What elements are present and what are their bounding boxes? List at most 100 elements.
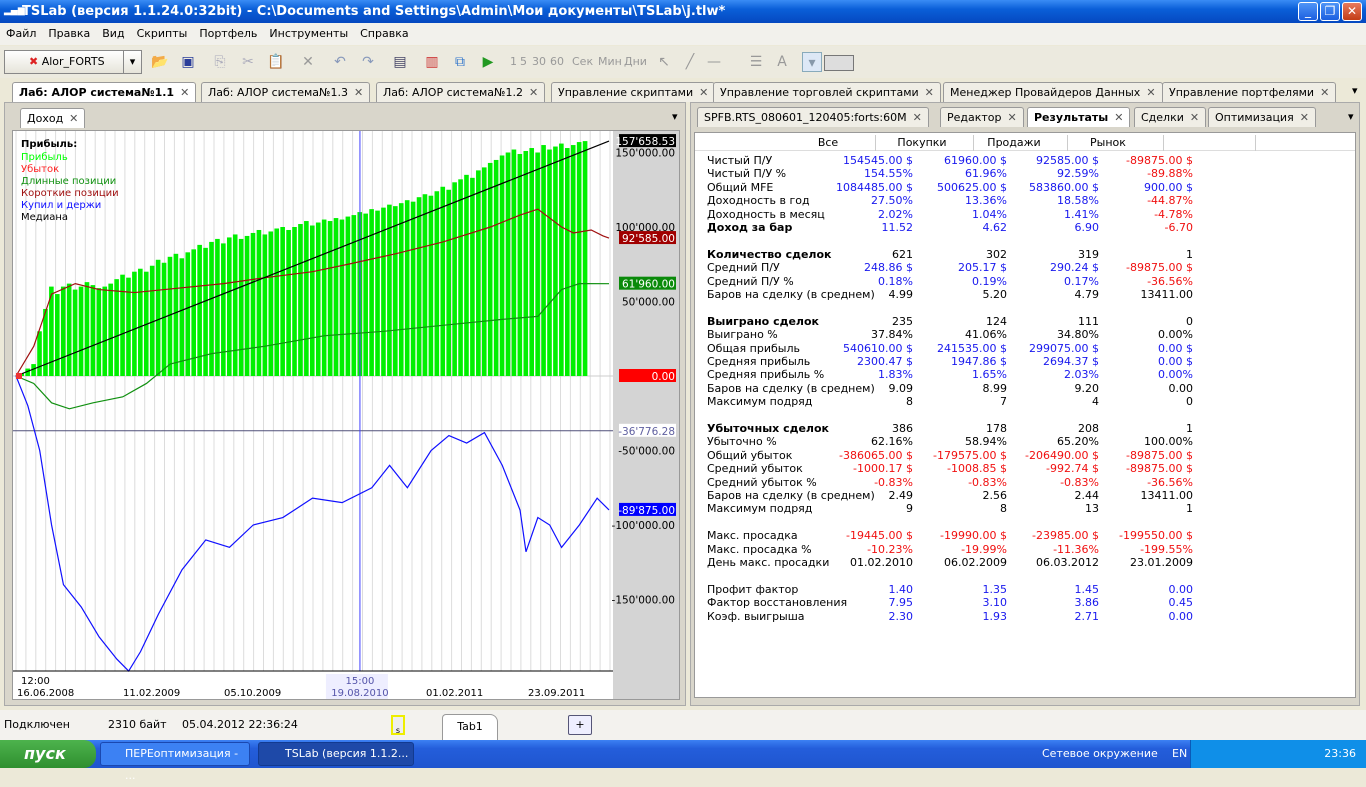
close-icon[interactable]: ✕ bbox=[1320, 86, 1329, 99]
income-chart[interactable]: Прибыль: ПрибыльУбытокДлинные позицииКоро… bbox=[12, 130, 680, 700]
tabs-menu-icon[interactable]: ▾ bbox=[1352, 84, 1358, 97]
properties-icon[interactable]: ▤ bbox=[390, 52, 410, 72]
profit-bar bbox=[43, 308, 48, 376]
unit-minutes[interactable]: Мин bbox=[598, 55, 622, 68]
tab-script-management[interactable]: Управление скриптами ✕ bbox=[551, 82, 716, 102]
close-icon[interactable]: ✕ bbox=[1114, 111, 1123, 124]
tab-lab-1-1[interactable]: Лаб: АЛОР система№1.1 ✕ bbox=[12, 82, 197, 102]
minimize-button[interactable]: _ bbox=[1298, 2, 1318, 21]
tab-results[interactable]: Результаты ✕ bbox=[1027, 107, 1131, 127]
open-icon[interactable]: 📂 bbox=[150, 52, 170, 72]
row-label: Чистый П/У % bbox=[707, 167, 787, 181]
close-icon[interactable]: ✕ bbox=[529, 86, 538, 99]
row-value: 92.59% bbox=[1057, 167, 1099, 181]
copy-icon[interactable]: ⎘ bbox=[210, 52, 230, 72]
connection-status: Подключен bbox=[4, 718, 70, 731]
menu-tools[interactable]: Инструменты bbox=[263, 27, 354, 40]
row-value: 6.90 bbox=[1074, 221, 1100, 234]
close-icon[interactable]: ✕ bbox=[925, 86, 934, 99]
panel-menu-icon[interactable]: ▾ bbox=[672, 110, 678, 123]
row-value: -0.83% bbox=[1060, 475, 1099, 489]
interval-5[interactable]: 5 bbox=[520, 55, 527, 68]
cut-icon[interactable]: ✂ bbox=[238, 52, 258, 72]
close-icon[interactable]: ✕ bbox=[1300, 111, 1309, 124]
diagram-icon[interactable]: ⧉ bbox=[450, 52, 470, 72]
hline-tool-icon[interactable]: — bbox=[704, 52, 724, 72]
line-tool-icon[interactable]: ╱ bbox=[680, 52, 700, 72]
tab-income[interactable]: Доход ✕ bbox=[20, 108, 86, 128]
panel-menu-icon[interactable]: ▾ bbox=[1348, 110, 1354, 123]
language-indicator[interactable]: EN bbox=[1172, 740, 1187, 768]
text-tool-icon[interactable]: A bbox=[772, 52, 792, 72]
paste-icon[interactable]: 📋 bbox=[266, 52, 286, 72]
menu-view[interactable]: Вид bbox=[96, 27, 130, 40]
profit-bar bbox=[155, 259, 161, 376]
chart-icon[interactable]: ▥ bbox=[422, 52, 442, 72]
close-icon[interactable]: ✕ bbox=[1146, 86, 1155, 99]
network-places[interactable]: Сетевое окружение bbox=[1042, 740, 1158, 768]
script-icon[interactable]: s bbox=[391, 715, 405, 735]
close-icon[interactable]: ✕ bbox=[1190, 111, 1199, 124]
save-icon[interactable]: ▣ bbox=[178, 52, 198, 72]
row-value: 290.24 $ bbox=[1050, 261, 1099, 275]
table-row: Средний убыток -1000.17 $ -1008.85 $ -992.7… bbox=[695, 462, 1355, 475]
tab-lab-1-3[interactable]: Лаб: АЛОР система№1.3 ✕ bbox=[201, 82, 371, 102]
color-swatch[interactable] bbox=[824, 55, 854, 71]
close-icon[interactable]: ✕ bbox=[913, 111, 922, 124]
chevron-down-icon[interactable]: ▾ bbox=[123, 51, 141, 73]
interval-1[interactable]: 1 bbox=[510, 55, 517, 68]
row-value: 4.79 bbox=[1074, 288, 1100, 301]
tab-data-providers[interactable]: Менеджер Провайдеров Данных ✕ bbox=[943, 82, 1163, 102]
table-row: Доход за бар 11.52 4.62 6.90 -6.70 bbox=[695, 221, 1355, 234]
delete-icon[interactable]: ✕ bbox=[298, 52, 318, 72]
table-row: Максимум подряд 9 8 13 1 bbox=[695, 502, 1355, 515]
profit-bar bbox=[292, 227, 297, 376]
tab-trades[interactable]: Сделки ✕ bbox=[1134, 107, 1207, 127]
app-icon: ▂▄▆ bbox=[4, 6, 25, 16]
interval-30[interactable]: 30 bbox=[532, 55, 546, 68]
provider-select[interactable]: ✖ Alor_FORTS ▾ bbox=[4, 50, 142, 74]
text-list-icon[interactable]: ☰ bbox=[746, 52, 766, 72]
row-label: Средний П/У bbox=[707, 261, 780, 275]
tab-tab1[interactable]: Tab1 bbox=[442, 714, 498, 740]
unit-seconds[interactable]: Сек bbox=[572, 55, 593, 68]
tab-portfolios[interactable]: Управление портфелями ✕ bbox=[1162, 82, 1337, 102]
taskbar-item-browser[interactable]: ПЕРЕоптимизация - ... bbox=[100, 742, 250, 782]
close-icon[interactable]: ✕ bbox=[69, 112, 78, 125]
close-icon[interactable]: ✕ bbox=[354, 86, 363, 99]
close-icon[interactable]: ✕ bbox=[180, 86, 189, 99]
tab-lab-1-2[interactable]: Лаб: АЛОР система№1.2 ✕ bbox=[376, 82, 546, 102]
start-button[interactable]: пуск bbox=[0, 740, 96, 768]
close-button[interactable]: ✕ bbox=[1342, 2, 1362, 21]
row-value: 100.00% bbox=[1144, 435, 1193, 449]
row-value: 62.16% bbox=[871, 435, 913, 449]
row-value: -6.70 bbox=[1164, 221, 1193, 234]
menu-scripts[interactable]: Скрипты bbox=[131, 27, 194, 40]
profit-bar bbox=[215, 238, 220, 376]
tab-optimization[interactable]: Оптимизация ✕ bbox=[1208, 107, 1316, 127]
row-value: 8 bbox=[906, 395, 913, 409]
menu-file[interactable]: Файл bbox=[0, 27, 42, 40]
menu-portfolio[interactable]: Портфель bbox=[193, 27, 263, 40]
pointer-icon[interactable]: ↖ bbox=[654, 52, 674, 72]
close-icon[interactable]: ✕ bbox=[699, 86, 708, 99]
redo-icon[interactable]: ↷ bbox=[358, 52, 378, 72]
maximize-button[interactable]: ❐ bbox=[1320, 2, 1340, 21]
profit-bar bbox=[327, 221, 333, 376]
tab-label: SPFB.RTS_080601_120405:forts:60M bbox=[704, 111, 907, 124]
undo-icon[interactable]: ↶ bbox=[330, 52, 350, 72]
add-tab-button[interactable]: + bbox=[568, 715, 592, 735]
interval-60[interactable]: 60 bbox=[550, 55, 564, 68]
unit-days[interactable]: Дни bbox=[624, 55, 647, 68]
close-icon[interactable]: ✕ bbox=[1008, 111, 1017, 124]
taskbar-item-tslab[interactable]: TSLab (версия 1.1.2... bbox=[258, 742, 414, 766]
tab-script-trading[interactable]: Управление торговлей скриптами ✕ bbox=[713, 82, 941, 102]
x-tick-label: 23.09.2011 bbox=[528, 688, 585, 699]
x-tick-label: 01.02.2011 bbox=[426, 688, 483, 699]
color-dropdown-icon[interactable]: ▾ bbox=[802, 52, 822, 72]
tab-editor[interactable]: Редактор ✕ bbox=[940, 107, 1024, 127]
menu-help[interactable]: Справка bbox=[354, 27, 414, 40]
run-icon[interactable]: ▶ bbox=[478, 52, 498, 72]
menu-edit[interactable]: Правка bbox=[42, 27, 96, 40]
tab-instrument[interactable]: SPFB.RTS_080601_120405:forts:60M ✕ bbox=[697, 107, 929, 127]
